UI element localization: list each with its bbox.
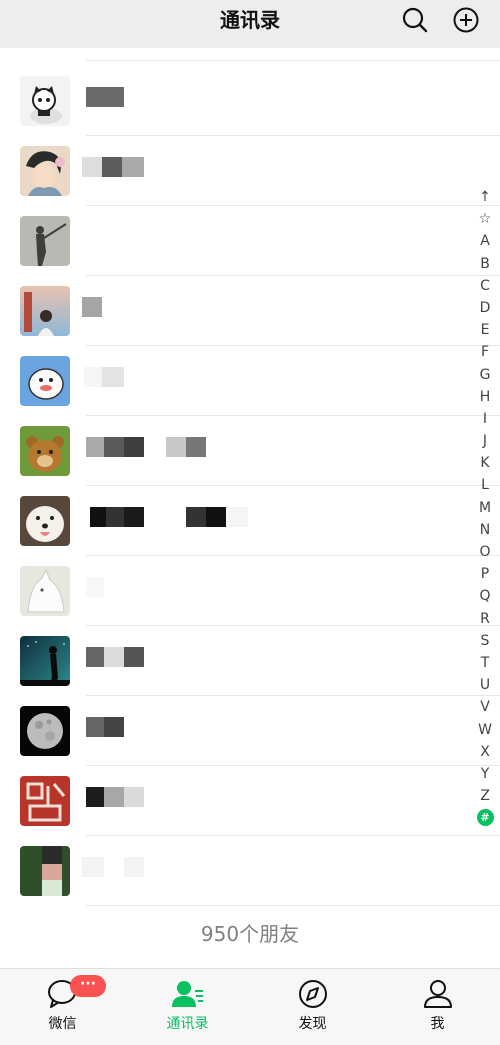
index-letter[interactable]: ↑ xyxy=(474,186,496,208)
index-letter[interactable]: Z xyxy=(474,785,496,807)
index-letter[interactable]: I xyxy=(474,408,496,430)
index-letter[interactable]: J xyxy=(474,430,496,452)
contact-row[interactable] xyxy=(0,346,500,416)
contact-row[interactable] xyxy=(0,276,500,346)
dog-avatar xyxy=(20,496,70,546)
contact-row[interactable] xyxy=(0,556,500,626)
contact-row[interactable] xyxy=(0,416,500,486)
contact-row[interactable] xyxy=(0,66,500,136)
tab-discover[interactable]: 发现 xyxy=(250,969,375,1045)
index-letter[interactable]: A xyxy=(474,230,496,252)
index-letter[interactable]: H xyxy=(474,386,496,408)
index-letter[interactable]: G xyxy=(474,364,496,386)
tab-chats[interactable]: ··· 微信 xyxy=(0,969,125,1045)
index-letter[interactable]: # xyxy=(474,809,496,831)
girl-avatar xyxy=(20,286,70,336)
contact-row[interactable] xyxy=(0,206,500,276)
tab-label: 我 xyxy=(430,1016,445,1032)
index-letter[interactable]: L xyxy=(474,474,496,496)
index-letter[interactable]: V xyxy=(474,696,496,718)
search-icon[interactable] xyxy=(401,6,429,34)
anime-avatar xyxy=(20,146,70,196)
alphabet-index[interactable]: ↑ ☆ A B C D E F G H I J K L M N O P Q R S T U V W X Y Z # xyxy=(474,186,496,831)
cartoon-avatar xyxy=(20,356,70,406)
contact-row[interactable] xyxy=(0,766,500,836)
contact-row[interactable] xyxy=(0,696,500,766)
friend-count: 950个朋友 xyxy=(200,922,300,946)
index-letter[interactable]: D xyxy=(474,297,496,319)
index-letter[interactable]: X xyxy=(474,741,496,763)
contact-row[interactable] xyxy=(0,486,500,556)
tab-me[interactable]: 我 xyxy=(375,969,500,1045)
moon-avatar xyxy=(20,706,70,756)
index-letter[interactable]: B xyxy=(474,253,496,275)
header-bar: 通讯录 xyxy=(0,0,500,48)
tab-label: 发现 xyxy=(298,1016,327,1032)
wolf-avatar xyxy=(20,566,70,616)
contact-row[interactable] xyxy=(0,136,500,206)
index-letter[interactable]: C xyxy=(474,275,496,297)
index-letter-hash[interactable]: # xyxy=(476,809,494,827)
tab-label: 通讯录 xyxy=(166,1016,209,1032)
bear-avatar xyxy=(20,426,70,476)
index-letter[interactable]: O xyxy=(474,541,496,563)
add-circle-icon[interactable] xyxy=(452,6,480,34)
index-letter[interactable]: R xyxy=(474,608,496,630)
index-letter[interactable]: ☆ xyxy=(474,208,496,230)
night-sky-avatar xyxy=(20,636,70,686)
index-letter[interactable]: S xyxy=(474,630,496,652)
contacts-icon xyxy=(172,981,203,1007)
index-letter[interactable]: Y xyxy=(474,763,496,785)
index-letter[interactable]: Q xyxy=(474,585,496,607)
tab-bar: ··· 微信 通讯录 发现 我 xyxy=(0,968,500,1045)
tab-label: 微信 xyxy=(48,1016,77,1032)
index-letter[interactable]: E xyxy=(474,319,496,341)
plant-avatar xyxy=(20,846,70,896)
index-letter[interactable]: N xyxy=(474,519,496,541)
index-letter[interactable]: K xyxy=(474,452,496,474)
contact-row[interactable] xyxy=(0,626,500,696)
contact-row[interactable] xyxy=(0,836,500,906)
cat-avatar xyxy=(20,76,70,126)
seal-avatar xyxy=(20,776,70,826)
index-letter[interactable]: F xyxy=(474,341,496,363)
person-icon xyxy=(424,980,452,1008)
index-letter[interactable]: W xyxy=(474,719,496,741)
silhouette-avatar xyxy=(20,216,70,266)
index-letter[interactable]: T xyxy=(474,652,496,674)
index-letter[interactable]: M xyxy=(474,497,496,519)
index-letter[interactable]: U xyxy=(474,674,496,696)
index-letter[interactable]: P xyxy=(474,563,496,585)
divider xyxy=(86,60,500,61)
compass-icon xyxy=(299,980,327,1008)
tab-contacts[interactable]: 通讯录 xyxy=(125,969,250,1045)
unread-badge: ··· xyxy=(70,975,106,997)
